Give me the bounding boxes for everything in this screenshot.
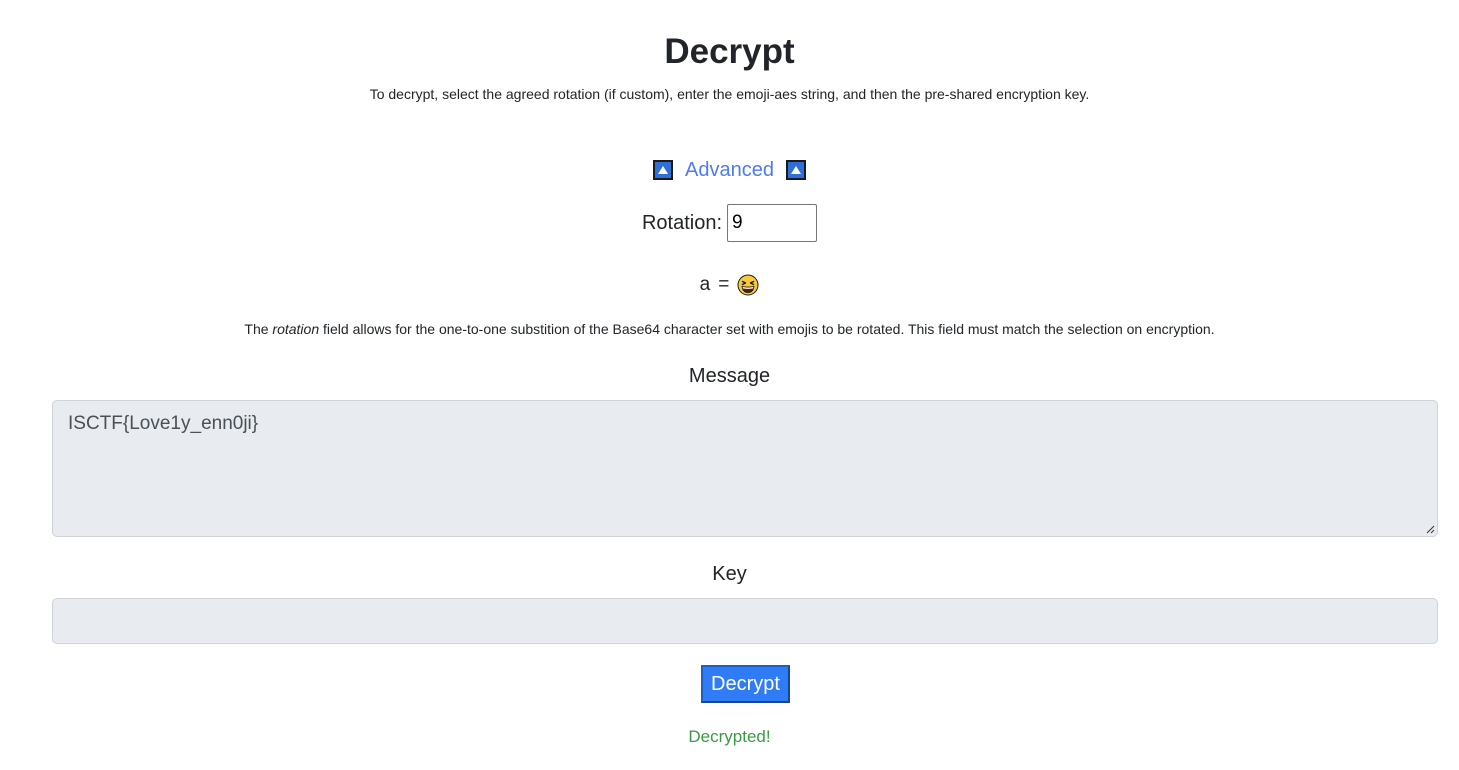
mapping-equals: = <box>718 274 730 295</box>
rotation-label: Rotation: <box>641 211 723 234</box>
explanation-suffix: field allows for the one-to-one substiti… <box>319 321 1215 337</box>
explanation-emphasis: rotation <box>272 321 320 337</box>
message-textarea[interactable]: ISCTF{Love1y_enn0ji} <box>52 400 1438 537</box>
decrypt-page: Decrypt To decrypt, select the agreed ro… <box>0 0 1459 770</box>
resize-grip-icon[interactable] <box>1425 524 1435 534</box>
grinning-squinting-face-icon <box>737 274 759 296</box>
advanced-toggle-row: Advanced <box>0 157 1459 183</box>
message-label: Message <box>688 365 771 387</box>
decrypt-button[interactable]: Decrypt <box>701 665 790 703</box>
rotation-input[interactable] <box>727 204 818 242</box>
key-input[interactable] <box>52 598 1438 644</box>
page-title: Decrypt <box>664 32 795 71</box>
rotation-explanation: The rotation field allows for the one-to… <box>0 320 1459 338</box>
triangle-up-icon[interactable] <box>785 160 806 180</box>
key-label: Key <box>712 563 747 585</box>
rotation-row: Rotation: <box>0 204 1459 242</box>
triangle-up-icon[interactable] <box>653 160 674 180</box>
mapping-letter: a <box>699 274 711 295</box>
page-subtitle: To decrypt, select the agreed rotation (… <box>369 86 1090 102</box>
explanation-prefix: The <box>244 321 273 337</box>
status-message: Decrypted! <box>688 727 771 746</box>
message-text: ISCTF{Love1y_enn0ji} <box>68 413 259 434</box>
emoji-mapping-preview: a = <box>0 272 1459 298</box>
advanced-link[interactable]: Advanced <box>681 159 778 182</box>
